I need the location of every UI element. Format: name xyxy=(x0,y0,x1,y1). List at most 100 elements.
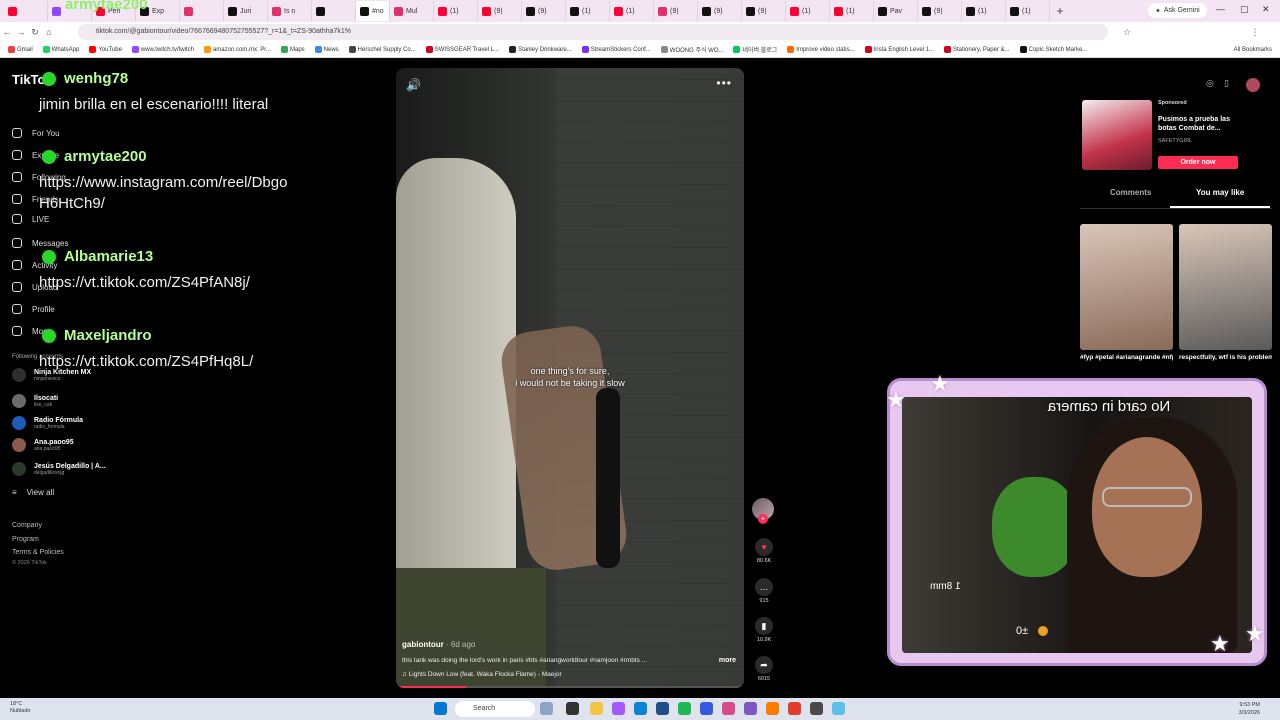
video-author[interactable]: gabiontour · 6d ago xyxy=(402,640,475,649)
ad-image[interactable] xyxy=(1082,100,1152,170)
taskbar-clock[interactable]: 9:53 PM 3/3/2026 xyxy=(1239,701,1260,717)
footer-link[interactable]: Company xyxy=(12,522,42,529)
browser-tab[interactable]: (9) xyxy=(654,1,698,21)
browser-tab[interactable]: (1) xyxy=(830,1,874,21)
browser-tab[interactable]: (1) xyxy=(566,1,610,21)
browser-tab[interactable]: (9) xyxy=(742,1,786,21)
browser-tab[interactable]: (1) xyxy=(962,1,1006,21)
more-button[interactable]: more xyxy=(719,657,736,664)
save-button[interactable]: ▮ 10.9K xyxy=(752,617,776,643)
browser-tab[interactable]: (9) xyxy=(918,1,962,21)
app-icon[interactable] xyxy=(744,702,757,715)
bookmark-item[interactable]: Herschel Supply Co... xyxy=(348,46,416,53)
bookmark-item[interactable]: News xyxy=(314,46,339,53)
bookmark-item[interactable]: Insta English Level 1... xyxy=(864,46,934,53)
bookmark-item[interactable]: 네이버 블로그 xyxy=(733,45,777,54)
bookmark-item[interactable]: Stationery, Paper &... xyxy=(944,46,1010,53)
reload-icon[interactable]: ↻ xyxy=(28,27,42,38)
recommended-video-thumbnail[interactable] xyxy=(1080,224,1173,350)
bookmark-item[interactable]: Gmail xyxy=(8,46,33,53)
video-progress-bar[interactable] xyxy=(396,686,744,688)
app-icon[interactable] xyxy=(700,702,713,715)
file-explorer-icon[interactable] xyxy=(590,702,603,715)
spotify-icon[interactable] xyxy=(678,702,691,715)
follow-plus-icon[interactable]: + xyxy=(758,514,768,524)
app-icon[interactable] xyxy=(656,702,669,715)
browser-tab[interactable]: Juri xyxy=(224,1,268,21)
bookmark-item[interactable]: SWISSGEAR Travel L... xyxy=(425,46,499,53)
video-music[interactable]: ♫ Lights Down Low (feat. Waka Flocka Fla… xyxy=(402,671,562,678)
windows-start-icon[interactable] xyxy=(434,702,447,715)
following-account[interactable]: Ana.paoo95 ana.paoo95 xyxy=(12,438,74,452)
forward-icon[interactable]: → xyxy=(14,27,28,37)
bookmark-item[interactable]: amazon.com.mx: Pr... xyxy=(203,46,271,53)
recommended-video-caption[interactable]: #fyp #petal #arianagrande #nfpe... xyxy=(1080,352,1173,363)
maximize-icon[interactable]: ▢ xyxy=(1240,4,1249,15)
edge-icon[interactable] xyxy=(634,702,647,715)
browser-tab[interactable]: (9) xyxy=(698,1,742,21)
creator-avatar[interactable]: + xyxy=(752,498,774,524)
app-icon[interactable] xyxy=(722,702,735,715)
profile-avatar[interactable] xyxy=(1246,78,1260,92)
app-icon[interactable] xyxy=(766,702,779,715)
footer-link[interactable]: Program xyxy=(12,536,39,543)
browser-tab[interactable] xyxy=(4,1,48,21)
bookmark-item[interactable]: Copic Sketch Marke... xyxy=(1019,46,1087,53)
following-account[interactable]: Radio Fórmula radio_formula xyxy=(12,416,83,430)
close-window-icon[interactable]: ✕ xyxy=(1262,4,1270,15)
following-account[interactable]: Ilsocati ilse_cati xyxy=(12,394,58,408)
browser-tab[interactable]: Pav xyxy=(874,1,918,21)
volume-icon[interactable]: 🔊 xyxy=(406,78,421,92)
browser-tab[interactable]: (9) xyxy=(478,1,522,21)
browser-tab[interactable]: (1) xyxy=(786,1,830,21)
comment-button[interactable]: … 915 xyxy=(752,578,776,604)
ask-gemini-button[interactable]: ✦ Ask Gemini xyxy=(1148,3,1207,18)
share-button[interactable]: ➦ 6015 xyxy=(752,656,776,682)
taskview-icon[interactable] xyxy=(566,702,579,715)
device-icon[interactable]: ▯ xyxy=(1224,78,1229,89)
tab-comments[interactable]: Comments xyxy=(1110,188,1151,197)
bookmark-star-icon[interactable]: ☆ xyxy=(1120,27,1134,38)
bookmark-item[interactable]: YouTube xyxy=(89,46,122,53)
settings-icon[interactable]: ◎ xyxy=(1206,78,1214,89)
bookmark-item[interactable]: StreamStickers Conf... xyxy=(581,46,651,53)
bookmark-item[interactable]: Improve video statis... xyxy=(787,46,855,53)
browser-tab[interactable] xyxy=(312,1,356,21)
new-tab-button[interactable]: + xyxy=(1050,4,1070,18)
recommended-video-caption[interactable]: respectfully, wtf is his problem #bts... xyxy=(1179,352,1272,363)
widgets-icon[interactable] xyxy=(540,702,553,715)
back-icon[interactable]: ← xyxy=(0,27,14,37)
taskbar-search[interactable]: Search xyxy=(455,701,535,717)
like-button[interactable]: ♥ 80.6K xyxy=(752,538,776,564)
recommended-video-thumbnail[interactable] xyxy=(1179,224,1272,350)
video-player[interactable]: 🔊 ••• one thing's for sure, i would not … xyxy=(396,68,744,688)
bookmark-item[interactable]: www.twitch.tv/twitch xyxy=(131,46,194,53)
bookmark-item[interactable]: WhatsApp xyxy=(42,46,79,53)
following-account[interactable]: Jesús Delgadillo | A... delgadillosnjg xyxy=(12,462,106,476)
browser-tab[interactable]: #no xyxy=(356,1,390,21)
chrome-icon[interactable] xyxy=(788,702,801,715)
home-icon[interactable]: ⌂ xyxy=(42,27,56,37)
browser-tab[interactable]: (1) xyxy=(610,1,654,21)
browser-tab[interactable]: (1) xyxy=(1006,1,1050,21)
all-bookmarks-button[interactable]: All Bookmarks xyxy=(1234,47,1280,53)
tab-you-may-like[interactable]: You may like xyxy=(1196,188,1244,197)
bookmark-item[interactable]: Maps xyxy=(280,46,305,53)
order-now-button[interactable]: Order now xyxy=(1158,156,1238,169)
browser-tab[interactable] xyxy=(180,1,224,21)
browser-tab[interactable]: (9) xyxy=(522,1,566,21)
app-icon[interactable] xyxy=(810,702,823,715)
bookmark-item[interactable]: WOONG 주식 WO... xyxy=(660,45,723,54)
address-bar[interactable]: tiktok.com/@gabiontour/video/76676694807… xyxy=(78,24,1108,40)
footer-link[interactable]: Terms & Policies xyxy=(12,549,64,556)
app-icon[interactable] xyxy=(832,702,845,715)
bookmark-item[interactable]: Stanley Drinkware... xyxy=(509,46,572,53)
view-all-link[interactable]: ≡ View all xyxy=(12,488,54,497)
browser-tab[interactable]: Is n xyxy=(268,1,312,21)
browser-tab[interactable]: (1) xyxy=(434,1,478,21)
app-icon[interactable] xyxy=(612,702,625,715)
browser-tab[interactable]: Mul xyxy=(390,1,434,21)
menu-dots-icon[interactable]: ⋮ xyxy=(1248,27,1262,38)
video-options-icon[interactable]: ••• xyxy=(716,76,732,90)
ad-title[interactable]: Pusimos a prueba las botas Combat de... xyxy=(1158,115,1243,133)
